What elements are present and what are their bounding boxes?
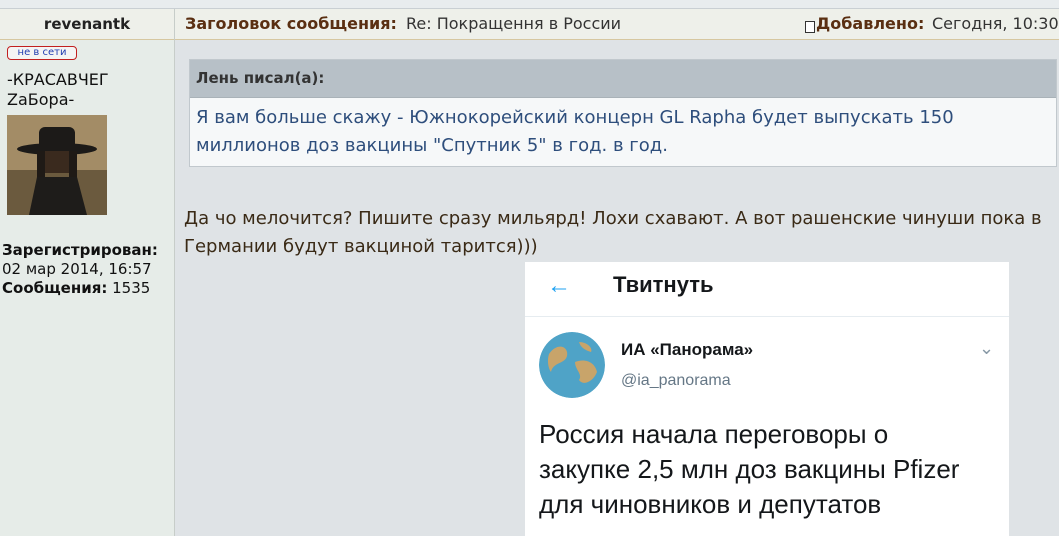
user-rank-line2: ZaБора-	[7, 90, 75, 109]
post-line2: Германии будут вакциной тарится)))	[184, 236, 538, 257]
added-timestamp: Сегодня, 10:30	[932, 14, 1059, 33]
post-link-icon[interactable]	[805, 21, 815, 33]
tweet-line3: для чиновников и депутатов	[539, 489, 882, 519]
quote-line1: Я вам больше скажу - Южнокорейский конце…	[196, 107, 954, 128]
avatar[interactable]	[7, 115, 107, 215]
post-body: Да чо мелочится? Пишите сразу мильярд! Л…	[184, 205, 1059, 261]
posts-label: Сообщения:	[2, 279, 108, 297]
quote-line2: миллионов доз вакцины "Спутник 5" в год.…	[196, 135, 668, 156]
posts-count: Сообщения: 1535	[2, 279, 150, 297]
top-border	[0, 0, 1059, 9]
user-rank-title: -КРАСАВЧЕГ ZaБора-	[7, 70, 167, 110]
quote-block: Лень писал(а): Я вам больше скажу - Южно…	[189, 59, 1057, 167]
registered-date: 02 мар 2014, 16:57	[2, 260, 152, 278]
tweet-text: Россия начала переговоры о закупке 2,5 м…	[539, 417, 1009, 522]
tweet-handle[interactable]: @ia_panorama	[621, 372, 731, 390]
globe-icon	[539, 332, 605, 398]
post-line1: Да чо мелочится? Пишите сразу мильярд! Л…	[184, 208, 1042, 229]
tweet-line2: закупке 2,5 млн доз вакцины Pfizer	[539, 454, 960, 484]
post-content: Заголовок сообщения: Re: Покращення в Ро…	[175, 9, 1059, 536]
tweet-account-name[interactable]: ИА «Панорама»	[621, 340, 753, 360]
tweet-topbar: ← Твитнуть	[525, 262, 1009, 317]
tweet-line1: Россия начала переговоры о	[539, 419, 889, 449]
post-header: Заголовок сообщения: Re: Покращення в Ро…	[175, 9, 1059, 40]
quote-author: Лень писал(а):	[190, 60, 1056, 98]
subject: Re: Покращення в России	[406, 14, 622, 33]
tweet-embed-image[interactable]: ← Твитнуть ИА «Панорама» @ia_panorama ⌄ …	[525, 262, 1009, 536]
added-label: Добавлено:	[816, 14, 925, 33]
tweet-screen-title: Твитнуть	[613, 272, 714, 297]
quote-text: Я вам больше скажу - Южнокорейский конце…	[190, 98, 1056, 160]
registered-label: Зарегистрирован:	[2, 241, 158, 259]
status-badge: не в сети	[7, 46, 77, 60]
posts-value: 1535	[112, 279, 151, 297]
subject-label: Заголовок сообщения:	[185, 14, 397, 33]
back-arrow-icon[interactable]: ←	[547, 272, 571, 300]
user-rank-line1: -КРАСАВЧЕГ	[7, 70, 109, 89]
chevron-down-icon[interactable]: ⌄	[979, 338, 994, 359]
username[interactable]: revenantk	[0, 9, 174, 40]
